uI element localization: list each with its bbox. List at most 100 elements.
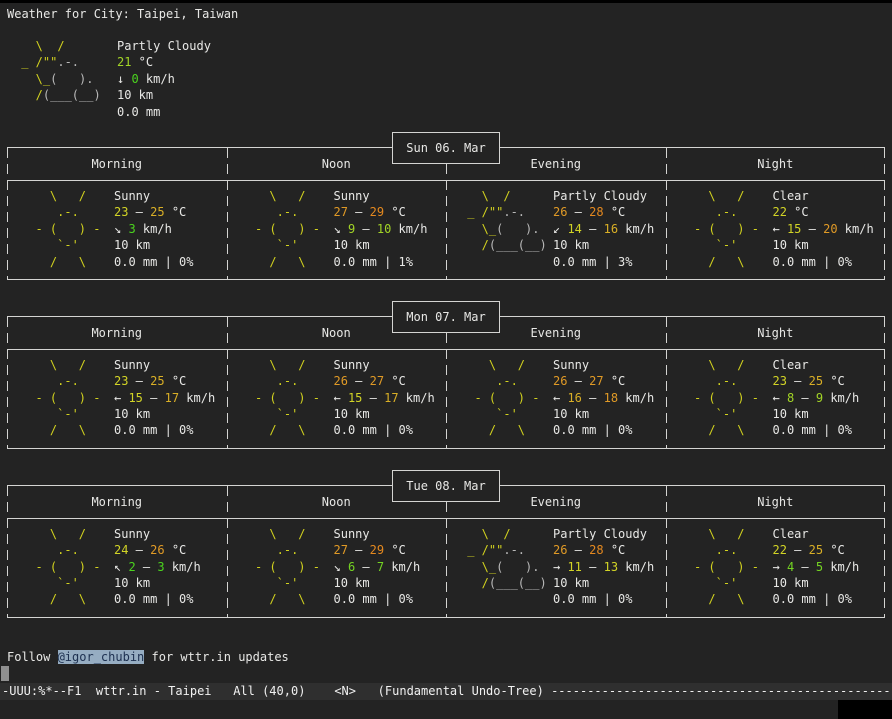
text-segment: - ( ) - [680,222,759,236]
text-segment: .-. [21,205,79,219]
text-segment: / \ [680,423,745,437]
forecast-cell-info: Sunny26 – 27 °C← 16 – 18 km/h10 km0.0 mm… [553,357,654,439]
forecast-info-line: Clear [773,526,860,542]
text-segment: 11 [567,560,581,574]
forecast-info-line: 10 km [553,406,654,422]
column-divider [884,148,885,279]
text-segment: 22 [773,543,787,557]
forecast-info-line: 0.0 mm | 3% [553,254,654,270]
text-segment: 26 [150,543,164,557]
forecast-info-line: 0.0 mm | 0% [114,591,201,607]
text-segment: _ /"" [460,205,503,219]
text-segment: .-. [680,205,738,219]
forecast-info-line: 0.0 mm | 0% [334,422,435,438]
current-info-line: 10 km [117,87,211,103]
text-segment: 0 [131,72,138,86]
period-header-morning: Morning [7,326,227,340]
forecast-cell-info: Sunny23 – 25 °C← 15 – 17 km/h10 km0.0 mm… [114,357,215,439]
text-segment: .-. [680,543,738,557]
text-segment: Sunny [334,189,370,203]
text-segment: - ( ) - [21,560,100,574]
forecast-day-table: Sun 06. MarMorningNoonEveningNight \ / .… [7,147,885,280]
text-segment: 28 [589,543,603,557]
text-segment: 14 [567,222,581,236]
forecast-info-line: 0.0 mm | 0% [773,422,860,438]
text-segment: Sunny [114,189,150,203]
text-segment: - ( ) - [680,560,759,574]
forecast-info-line: Sunny [114,357,215,373]
text-segment: / \ [21,423,86,437]
forecast-cell-evening: \ / _ /"".-. \_( ). /(___(__)Partly Clou… [446,526,666,608]
forecast-cell-morning: \ / .-. - ( ) - `-' / \Sunny23 – 25 °C← … [7,357,227,439]
text-segment: / \ [460,423,525,437]
text-segment: km/h [838,222,874,236]
text-segment: km/h [136,222,172,236]
text-segment: \ / [460,189,511,203]
text-segment: \ / [241,189,306,203]
text-segment: 27 [334,205,348,219]
text-segment: Partly Cloudy [553,189,647,203]
text-segment: \ / [460,527,511,541]
forecast-info-line: Sunny [114,526,201,542]
text-segment: 23 [773,374,787,388]
twitter-handle-link[interactable]: @igor_chubin [58,650,145,664]
text-segment: °C [604,205,626,219]
text-segment: 18 [604,391,618,405]
text-cursor-block [1,666,9,681]
text-segment: Sunny [553,358,589,372]
forecast-info-line: 10 km [114,237,193,253]
text-segment: 23 [114,374,128,388]
forecast-info-line: ↙ 14 – 16 km/h [553,221,654,237]
column-divider [7,486,8,617]
text-segment: 3 [128,222,135,236]
text-segment: ( ). [496,560,539,574]
text-segment: km/h [618,560,654,574]
text-segment: 10 km [553,238,589,252]
text-segment: (___(__) [43,88,101,102]
forecast-info-line: 10 km [553,575,654,591]
text-segment: km/h [139,72,175,86]
text-segment: / \ [21,255,86,269]
footer-line: Follow @igor_chubin for wttr.in updates [0,649,892,665]
period-header-morning: Morning [7,495,227,509]
column-divider [884,486,885,617]
text-segment: 25 [150,374,164,388]
forecast-info-line: ↘ 9 – 10 km/h [334,221,428,237]
text-segment: Sunny [334,358,370,372]
text-segment: °C [384,374,406,388]
forecast-cell-info: Clear22 – 25 °C→ 4 – 5 km/h10 km0.0 mm |… [773,526,860,608]
text-segment: `-' [241,238,299,252]
text-segment: 0.0 mm | 3% [553,255,632,269]
forecast-info-line: 24 – 26 °C [114,542,201,558]
current-conditions-info: Partly Cloudy21 °C↓ 0 km/h10 km0.0 mm [117,38,211,120]
forecast-cell-night: \ / .-. - ( ) - `-' / \Clear22 – 25 °C→ … [666,526,886,608]
weather-art-sunny-icon: \ / .-. - ( ) - `-' / \ [21,188,107,270]
forecast-cell-info: Sunny27 – 29 °C↘ 6 – 7 km/h10 km0.0 mm |… [334,526,421,608]
period-header-night: Night [666,495,886,509]
text-segment: 25 [809,374,823,388]
text-segment: – [128,374,150,388]
text-segment: \ / [14,39,65,53]
forecast-info-line: ← 15 – 20 km/h [773,221,874,237]
text-segment: 10 km [334,238,370,252]
text-segment: 15 [348,391,362,405]
footer-text-prefix: Follow [7,650,58,664]
forecast-cell-morning: \ / .-. - ( ) - `-' / \Sunny24 – 26 °C↖ … [7,526,227,608]
text-segment: 10 km [114,576,150,590]
text-segment: – [348,205,370,219]
current-info-line: Partly Cloudy [117,38,211,54]
window-top-edge [0,0,892,3]
forecast-info-line: 10 km [773,575,860,591]
forecast-cell-info: Sunny23 – 25 °C↘ 3 km/h10 km0.0 mm | 0% [114,188,193,270]
text-segment: 0.0 mm | 0% [114,423,193,437]
text-segment: 0.0 mm | 0% [773,255,852,269]
text-segment: \ / [21,189,86,203]
forecast-cell-info: Partly Cloudy26 – 28 °C→ 11 – 13 km/h10 … [553,526,654,608]
text-segment: \_ [14,72,50,86]
text-segment: _ /"" [14,55,57,69]
forecast-cell-info: Sunny26 – 27 °C← 15 – 17 km/h10 km0.0 mm… [334,357,435,439]
forecast-info-line: Sunny [553,357,654,373]
text-segment: ( ). [496,222,539,236]
forecast-info-line: 22 – 25 °C [773,542,860,558]
text-segment: .-. [680,374,738,388]
